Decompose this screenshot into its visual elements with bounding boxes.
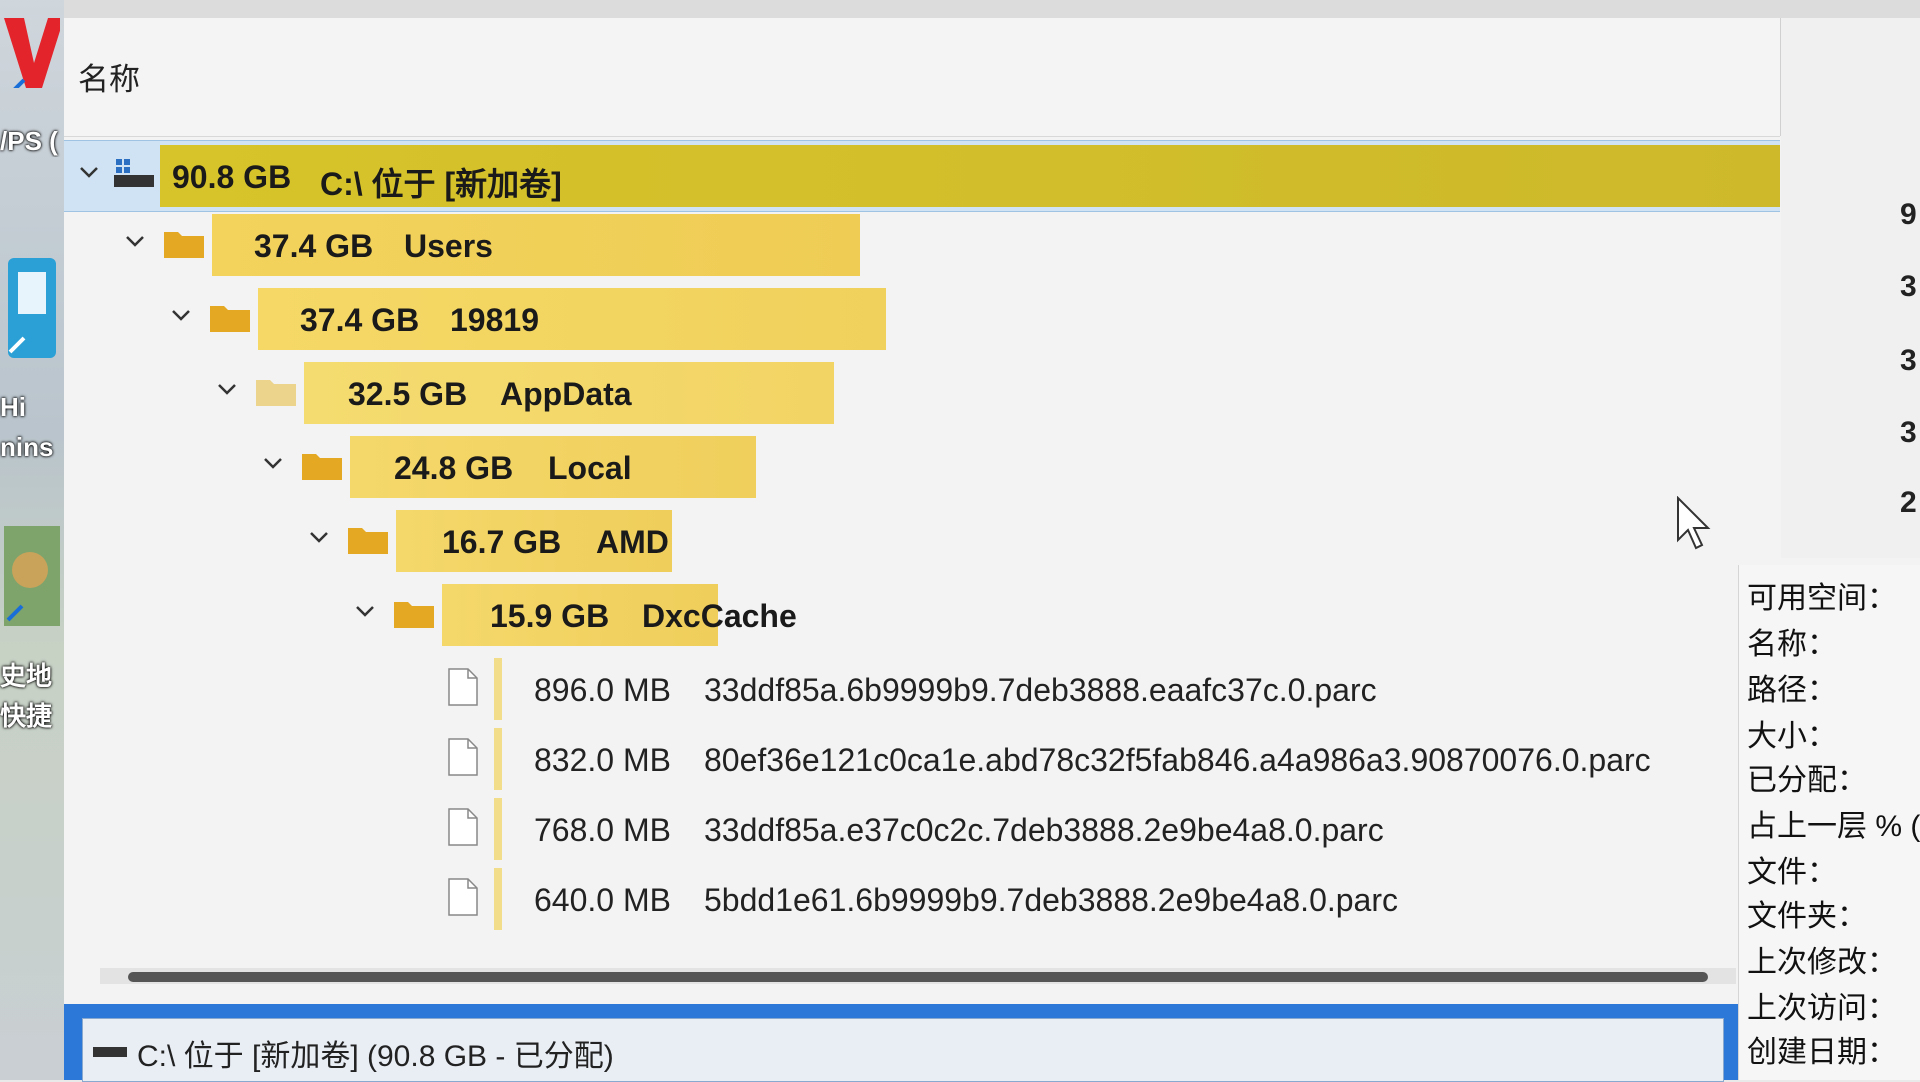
file-icon bbox=[448, 878, 478, 921]
name-column-header[interactable]: 名称 bbox=[78, 54, 140, 99]
item-size: 37.4 GB bbox=[300, 302, 420, 338]
prop-path: 路径： bbox=[1747, 674, 1837, 707]
prop-free-space: 可用空间： bbox=[1747, 582, 1897, 615]
item-label: DxcCache bbox=[642, 598, 797, 634]
item-label: 33ddf85a.6b9999b9.7deb3888.eaafc37c.0.pa… bbox=[704, 672, 1377, 708]
item-size: 32.5 GB bbox=[348, 376, 468, 412]
prop-allocated: 已分配： bbox=[1747, 764, 1867, 797]
folder-icon bbox=[164, 228, 204, 263]
item-label: 80ef36e121c0ca1e.abd78c32f5fab846.a4a986… bbox=[704, 742, 1651, 778]
prop-last-accessed: 上次访问： bbox=[1747, 992, 1897, 1025]
prop-size: 大小： bbox=[1747, 720, 1837, 753]
desktop-label-shidi: 史地 bbox=[0, 661, 53, 691]
tree-row-19819[interactable]: 37.4 GB 19819 bbox=[64, 284, 1780, 354]
item-label: AMD bbox=[596, 524, 669, 560]
size-bar bbox=[494, 728, 502, 790]
item-size: 896.0 MB bbox=[534, 672, 671, 708]
toolbar-strip bbox=[64, 0, 1920, 18]
chevron-down-icon[interactable] bbox=[170, 304, 192, 326]
desktop-label-kuaijie: 快捷 bbox=[0, 701, 53, 731]
item-size: 90.8 GB bbox=[172, 159, 292, 195]
prop-percent-parent: 占上一层 % (已分 bbox=[1747, 810, 1920, 843]
status-text: C:\ 位于 [新加卷] (90.8 GB - 已分配) bbox=[137, 1040, 614, 1073]
size-bar bbox=[494, 868, 502, 930]
tree-row-local[interactable]: 24.8 GB Local bbox=[64, 432, 1780, 502]
item-size: 15.9 GB bbox=[490, 598, 610, 634]
folder-icon bbox=[256, 376, 296, 411]
size-bar bbox=[494, 658, 502, 720]
size-column-value: 9 bbox=[1900, 198, 1917, 231]
prop-name: 名称： bbox=[1747, 628, 1837, 661]
folder-icon bbox=[210, 302, 250, 337]
chevron-down-icon[interactable] bbox=[308, 526, 330, 548]
desktop-label-hi: Hi bbox=[0, 392, 26, 422]
wps-app-icon[interactable] bbox=[4, 8, 64, 96]
size-column-value: 3 bbox=[1900, 270, 1917, 303]
item-label: Users bbox=[404, 228, 493, 264]
drive-small-icon bbox=[93, 1045, 127, 1064]
folder-icon bbox=[348, 524, 388, 559]
scrollbar-thumb[interactable] bbox=[128, 972, 1708, 982]
item-label: 33ddf85a.e37c0c2c.7deb3888.2e9be4a8.0.pa… bbox=[704, 812, 1384, 848]
tree-row-drive-c[interactable]: 90.8 GB C:\ 位于 [新加卷] bbox=[64, 140, 1780, 212]
chevron-down-icon[interactable] bbox=[124, 230, 146, 252]
item-label: 5bdd1e61.6b9999b9.7deb3888.2e9be4a8.0.pa… bbox=[704, 882, 1398, 918]
prop-folders: 文件夹： bbox=[1747, 900, 1867, 933]
tree-row-appdata[interactable]: 32.5 GB AppData bbox=[64, 358, 1780, 428]
tree-row-users[interactable]: 37.4 GB Users bbox=[64, 210, 1780, 280]
tree-row-file[interactable]: 768.0 MB 33ddf85a.e37c0c2c.7deb3888.2e9b… bbox=[64, 794, 1780, 864]
item-label: Local bbox=[548, 450, 632, 486]
chevron-down-icon[interactable] bbox=[262, 452, 284, 474]
tree-row-file[interactable]: 832.0 MB 80ef36e121c0ca1e.abd78c32f5fab8… bbox=[64, 724, 1780, 794]
prop-files: 文件： bbox=[1747, 856, 1837, 889]
item-size: 24.8 GB bbox=[394, 450, 514, 486]
disk-usage-window: 名称 90.8 GB C:\ 位于 [新加卷] 37.4 GB Users 37… bbox=[64, 0, 1920, 1082]
drive-icon bbox=[114, 159, 154, 194]
folder-tree: 90.8 GB C:\ 位于 [新加卷] 37.4 GB Users 37.4 … bbox=[64, 136, 1780, 966]
prop-last-modified: 上次修改： bbox=[1747, 946, 1897, 979]
mouse-cursor-icon bbox=[1676, 495, 1712, 557]
item-size: 640.0 MB bbox=[534, 882, 671, 918]
size-bar bbox=[494, 798, 502, 860]
file-icon bbox=[448, 738, 478, 781]
item-size: 768.0 MB bbox=[534, 812, 671, 848]
desktop-background: /PS ( Hi nins 史地 快捷 bbox=[0, 0, 64, 1080]
file-icon bbox=[448, 668, 478, 711]
properties-panel: 可用空间： 名称： 路径： 大小： 已分配： 占上一层 % (已分 文件： 文件… bbox=[1738, 565, 1920, 1080]
column-header: 名称 bbox=[64, 18, 1780, 137]
tree-row-amd[interactable]: 16.7 GB AMD bbox=[64, 506, 1780, 576]
chevron-down-icon[interactable] bbox=[78, 161, 100, 183]
tree-row-dxccache[interactable]: 15.9 GB DxcCache bbox=[64, 580, 1780, 650]
item-label: AppData bbox=[500, 376, 632, 412]
tree-row-file[interactable]: 896.0 MB 33ddf85a.6b9999b9.7deb3888.eaaf… bbox=[64, 654, 1780, 724]
file-icon bbox=[448, 808, 478, 851]
item-label: 19819 bbox=[450, 302, 539, 338]
folder-icon bbox=[394, 598, 434, 633]
desktop-label-wps: /PS ( bbox=[0, 126, 58, 156]
size-column-value: 3 bbox=[1900, 416, 1917, 449]
status-field: C:\ 位于 [新加卷] (90.8 GB - 已分配) bbox=[82, 1018, 1724, 1082]
size-column-value: 3 bbox=[1900, 344, 1917, 377]
item-size: 16.7 GB bbox=[442, 524, 562, 560]
folder-icon bbox=[302, 450, 342, 485]
chevron-down-icon[interactable] bbox=[216, 378, 238, 400]
item-size: 832.0 MB bbox=[534, 742, 671, 778]
size-column-value: 2 bbox=[1900, 486, 1917, 519]
status-bar: C:\ 位于 [新加卷] (90.8 GB - 已分配) bbox=[64, 1004, 1738, 1082]
item-size: 37.4 GB bbox=[254, 228, 374, 264]
prop-created: 创建日期： bbox=[1747, 1036, 1897, 1069]
recycle-bin-icon[interactable] bbox=[4, 252, 60, 367]
item-label: C:\ 位于 [新加卷] bbox=[320, 166, 562, 202]
map-app-icon[interactable] bbox=[4, 520, 60, 635]
chevron-down-icon[interactable] bbox=[354, 600, 376, 622]
tree-row-file[interactable]: 640.0 MB 5bdd1e61.6b9999b9.7deb3888.2e9b… bbox=[64, 864, 1780, 934]
desktop-label-nins: nins bbox=[0, 432, 54, 462]
